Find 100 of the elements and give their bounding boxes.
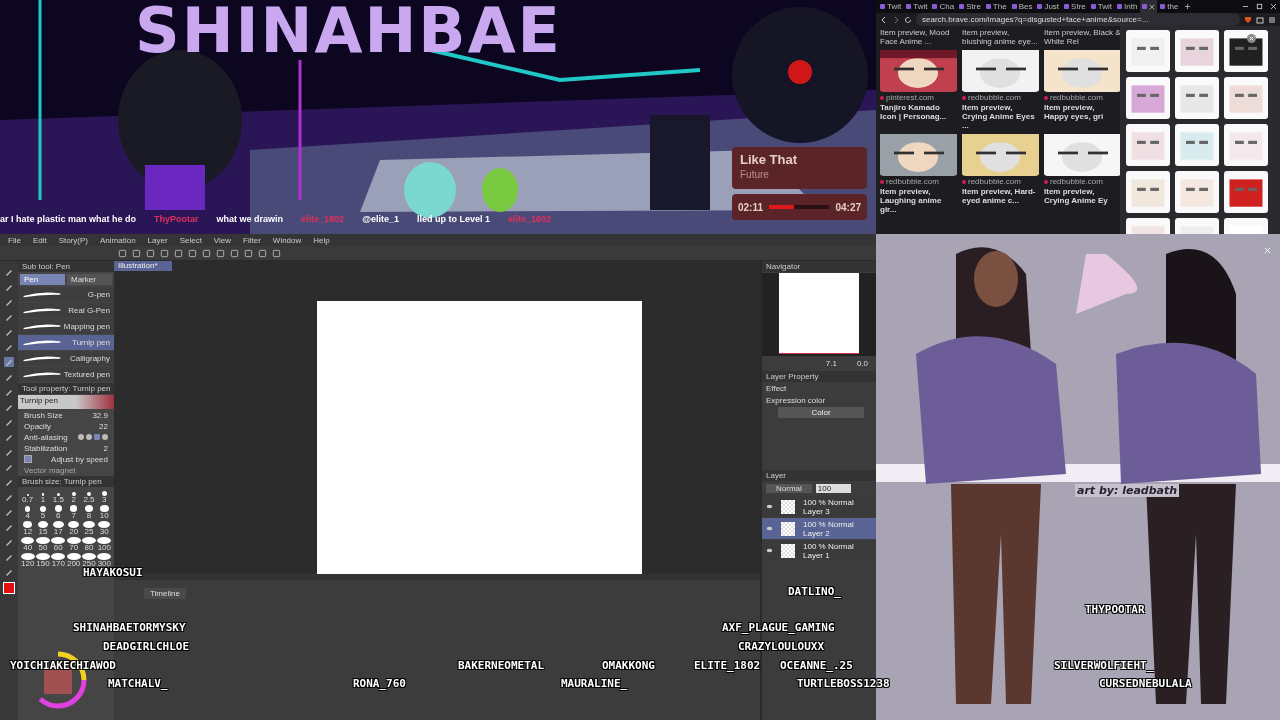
browser-tab[interactable]: The [983,0,1009,13]
brush-size-option[interactable]: 6 [50,505,66,520]
brush-size-option[interactable]: 20 [66,521,82,536]
menu-item[interactable]: Help [313,235,330,245]
result-caption[interactable]: Item preview, blushing anime eye... [962,28,1039,46]
brush-size-option[interactable]: 2 [66,489,82,504]
brush-size-option[interactable]: 10 [96,505,112,520]
result-caption[interactable]: Item preview, Happy eyes, gri [1044,103,1120,121]
blend-dropdown[interactable]: Normal [766,484,812,493]
back-icon[interactable] [880,15,888,24]
brush-item[interactable]: Turnip pen [18,335,114,350]
brush-size-option[interactable]: 200 [66,553,82,568]
shield-icon[interactable] [1244,15,1252,24]
anti-aliasing-option[interactable] [102,434,108,440]
brush-size-option[interactable]: 8 [81,505,97,520]
brush-size-option[interactable]: 7 [66,505,82,520]
brush-size-option[interactable]: 3 [96,489,112,504]
brush-size-option[interactable]: 60 [50,537,66,552]
eye-icon[interactable] [766,548,773,553]
browser-tab[interactable]: Just [1035,0,1062,13]
browser-tab[interactable]: Stre [957,0,983,13]
brush-size-option[interactable]: 0.7 [20,489,36,504]
extension-icon[interactable] [1256,15,1264,24]
brush-size-option[interactable]: 40 [20,537,36,552]
result-source[interactable]: redbubble.com [962,177,1039,186]
result-caption[interactable]: Item preview, Mood Face Anime ... [880,28,957,46]
checkbox[interactable] [24,455,32,463]
brush-size-option[interactable]: 1.5 [50,489,66,504]
browser-tab[interactable]: Bes [1009,0,1035,13]
result-source[interactable]: pinterest.com [880,93,957,102]
brush-size-option[interactable]: 17 [50,521,66,536]
layer-row[interactable]: 100 % Normal Layer 2 [762,518,876,539]
browser-tab[interactable]: Inth [1115,0,1140,13]
brush-item[interactable]: Real G-Pen [18,303,114,318]
eye-icon[interactable] [766,504,773,509]
result-caption[interactable]: Tanjiro Kamado Icon | Personag... [880,103,957,121]
brush-size-option[interactable]: 100 [96,537,112,552]
result-caption[interactable]: Item preview, Laughing anime gir... [880,187,957,214]
browser-tab[interactable]: Twit [1088,0,1114,13]
new-tab-icon[interactable] [1184,3,1192,10]
menu-item[interactable]: Story(P) [58,235,89,245]
brush-size-option[interactable]: 150 [35,553,51,568]
result-source[interactable]: redbubble.com [880,177,957,186]
sub-tool-tab[interactable]: Pen [20,274,65,285]
result-caption[interactable]: Item preview, Crying Anime Eyes ... [962,103,1039,130]
browser-tab[interactable]: Cha [930,0,957,13]
browser-tab[interactable]: Twit [878,0,904,13]
browser-tab[interactable] [1140,0,1158,13]
brush-size-option[interactable]: 120 [20,553,36,568]
menu-item[interactable]: File [8,235,21,245]
menu-item[interactable]: View [213,235,232,245]
maximize-icon[interactable] [1256,3,1263,10]
browser-tab[interactable]: the [1158,0,1181,13]
address-field[interactable]: search.brave.com/images?q=disgusted+face+anime&source=... [916,13,1240,26]
menu-item[interactable]: Window [272,235,302,245]
menu-item[interactable]: Edit [32,235,47,245]
anti-aliasing-option[interactable] [78,434,84,440]
brush-size-option[interactable]: 12 [20,521,36,536]
brush-size-option[interactable]: 170 [50,553,66,568]
menu-item[interactable]: Select [179,235,202,245]
close-icon[interactable] [1149,3,1156,10]
brush-size-option[interactable]: 5 [35,505,51,520]
brush-item[interactable]: G-pen [18,287,114,302]
menu-icon[interactable] [1268,15,1276,24]
result-caption[interactable]: Item preview, Crying Anime Ey [1044,187,1120,205]
document-tab[interactable]: Illustration* [114,261,172,271]
brush-item[interactable]: Textured pen [18,367,114,382]
eye-icon[interactable] [766,526,773,531]
result-source[interactable]: redbubble.com [1044,177,1120,186]
brush-size-option[interactable]: 15 [35,521,51,536]
forward-icon[interactable] [892,15,900,24]
brush-size-option[interactable]: 30 [96,521,112,536]
close-icon[interactable] [1247,34,1256,43]
result-caption[interactable]: Item preview, Hard-eyed anime c... [962,187,1039,205]
result-source[interactable]: redbubble.com [962,93,1039,102]
color-swatch[interactable] [3,582,15,594]
brush-item[interactable]: Calligraphy [18,351,114,366]
sub-tool-tab[interactable]: Marker [67,274,112,285]
menu-item[interactable]: Filter [243,235,261,245]
brush-item[interactable]: Mapping pen [18,319,114,334]
brush-size-option[interactable]: 80 [81,537,97,552]
brush-size-option[interactable]: 4 [20,505,36,520]
brush-size-option[interactable]: 2.5 [81,489,97,504]
timeline-tab[interactable]: Timeline [144,588,186,599]
browser-tab[interactable]: Twit [904,0,930,13]
browser-tab[interactable]: Stre [1062,0,1088,13]
expression-dropdown[interactable]: Color [778,407,864,418]
close-icon[interactable] [1270,3,1277,10]
brush-size-option[interactable]: 25 [81,521,97,536]
anti-aliasing-option[interactable] [86,434,92,440]
result-source[interactable]: redbubble.com [1044,93,1120,102]
brush-size-option[interactable]: 250 [81,553,97,568]
menu-item[interactable]: Animation [100,235,136,245]
result-caption[interactable]: Item preview, Black & White Rel [1044,28,1120,46]
reload-icon[interactable] [904,15,912,24]
brush-size-option[interactable]: 70 [66,537,82,552]
brush-size-option[interactable]: 50 [35,537,51,552]
brush-size-option[interactable]: 300 [96,553,112,568]
menu-item[interactable]: Layer [147,235,168,245]
minimize-icon[interactable] [1242,3,1249,10]
